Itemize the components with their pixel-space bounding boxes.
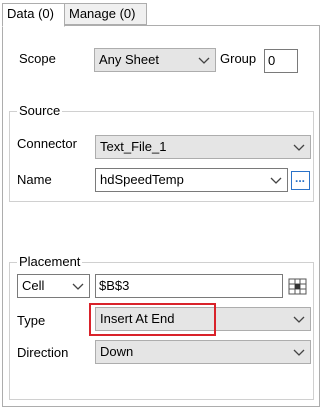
placement-mode-select[interactable]: Cell — [17, 274, 90, 298]
type-highlight-box — [89, 303, 216, 336]
chevron-down-icon — [198, 57, 210, 64]
range-select-button[interactable] — [287, 277, 309, 297]
name-combobox[interactable]: hdSpeedTemp — [95, 168, 288, 192]
group-input[interactable]: 0 — [264, 49, 298, 73]
direction-label: Direction — [17, 345, 69, 360]
chevron-down-icon — [293, 316, 305, 323]
source-group-title: Source — [17, 103, 63, 119]
name-label: Name — [17, 172, 52, 187]
ellipsis-icon: ... — [295, 171, 306, 185]
direction-select[interactable]: Down — [95, 340, 311, 364]
placement-mode-value: Cell — [22, 278, 45, 293]
tab-manage-label: Manage (0) — [69, 6, 136, 21]
chevron-down-icon — [293, 349, 305, 356]
tab-data-label: Data (0) — [7, 6, 54, 21]
scope-label: Scope — [19, 51, 56, 66]
connector-label: Connector — [17, 136, 77, 151]
direction-select-value: Down — [100, 344, 134, 359]
chevron-down-icon — [270, 177, 282, 184]
type-label: Type — [17, 313, 46, 328]
connector-select[interactable]: Text_File_1 — [95, 135, 311, 159]
tab-data[interactable]: Data (0) — [2, 3, 65, 27]
scope-select[interactable]: Any Sheet — [94, 48, 216, 72]
scope-select-value: Any Sheet — [99, 52, 159, 67]
name-combobox-value: hdSpeedTemp — [100, 172, 184, 187]
range-picker-icon — [288, 278, 307, 295]
group-label: Group — [220, 51, 257, 66]
placement-group-title: Placement — [17, 254, 83, 270]
address-input[interactable]: $B$3 — [95, 274, 283, 298]
connector-select-value: Text_File_1 — [100, 139, 167, 154]
tab-manage[interactable]: Manage (0) — [64, 3, 147, 25]
chevron-down-icon — [72, 283, 84, 290]
chevron-down-icon — [293, 144, 305, 151]
browse-button[interactable]: ... — [291, 171, 310, 190]
